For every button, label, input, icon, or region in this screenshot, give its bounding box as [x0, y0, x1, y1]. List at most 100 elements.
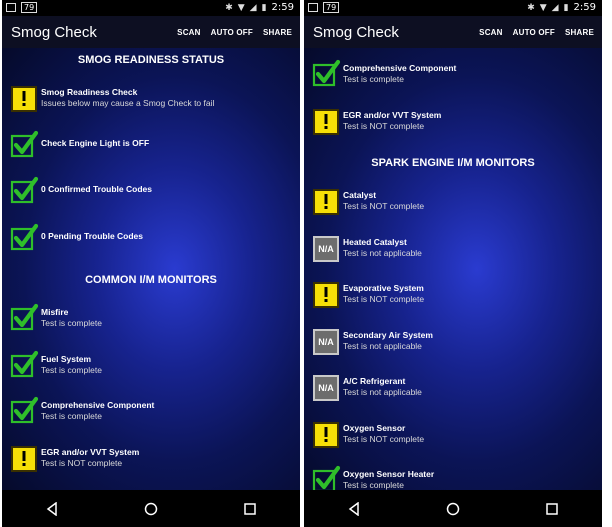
checkmark-icon [10, 350, 39, 379]
item-status: Test is not applicable [343, 340, 422, 351]
warning-icon [313, 421, 339, 448]
notification-count: 79 [21, 2, 38, 13]
checkmark-icon [312, 59, 341, 88]
item-title: Heated Catalyst [343, 236, 407, 247]
back-icon[interactable] [344, 499, 364, 519]
app-title: Smog Check [11, 23, 97, 41]
checkmark-icon [10, 130, 39, 159]
not-applicable-icon-text: N/A [318, 336, 334, 347]
image-notification-icon [308, 3, 318, 12]
not-applicable-icon-text: N/A [318, 243, 334, 254]
list-item-oxygen-sensor-heater[interactable]: Oxygen Sensor Heater Test is complete [304, 464, 602, 490]
item-title: EGR and/or VVT System [343, 109, 442, 120]
list-item-heated-catalyst[interactable]: N/A Heated Catalyst Test is not applicable [304, 232, 602, 264]
phone-screen-right: 79 ✱ ▼ ◢ ▮ 2:59 Smog Check SCAN AUTO OFF… [304, 0, 602, 527]
item-title: Fuel System [41, 353, 92, 364]
checkmark-icon [10, 223, 39, 252]
item-title: Comprehensive Component [41, 400, 155, 410]
item-title: Check Engine Light is OFF [41, 137, 150, 148]
warning-icon [11, 445, 37, 472]
app-bar: Smog Check SCAN AUTO OFF SHARE [304, 16, 602, 48]
item-status: Test is complete [41, 364, 102, 375]
item-title: A/C Refrigerant [343, 376, 406, 386]
list-item-comprehensive-component[interactable]: Comprehensive Component Test is complete [2, 395, 300, 427]
list-item-smog-readiness-check[interactable]: Smog Readiness Check Issues below may cau… [2, 82, 300, 114]
battery-icon: ▮ [563, 2, 569, 13]
back-icon[interactable] [42, 499, 62, 519]
item-status: Test is NOT complete [41, 457, 123, 468]
item-title: 0 Pending Trouble Codes [41, 230, 144, 241]
not-applicable-icon: N/A [313, 235, 339, 262]
list-item-0-pending-trouble-codes[interactable]: 0 Pending Trouble Codes [2, 222, 300, 254]
checkmark-icon [10, 176, 39, 205]
notification-count: 79 [323, 2, 340, 13]
home-icon[interactable] [443, 499, 463, 519]
item-status: Test is not applicable [343, 247, 422, 258]
status-bar: 79 ✱ ▼ ◢ ▮ 2:59 [2, 0, 300, 16]
item-title: Evaporative System [343, 283, 424, 293]
list-item-oxygen-sensor[interactable]: Oxygen Sensor Test is NOT complete [304, 418, 602, 450]
share-button[interactable]: SHARE [560, 28, 599, 37]
home-icon[interactable] [141, 499, 161, 519]
clock: 2:59 [271, 2, 294, 13]
battery-icon: ▮ [261, 2, 267, 13]
checkmark-icon [312, 465, 341, 490]
signal-icon: ◢ [551, 2, 559, 13]
item-title: Secondary Air System [343, 329, 433, 340]
bluetooth-icon: ✱ [225, 2, 233, 13]
warning-icon [313, 282, 339, 308]
list-item-egr-and-or-vvt-system[interactable]: EGR and/or VVT System Test is NOT complet… [2, 442, 300, 474]
system-nav-bar [304, 490, 602, 527]
section-heading-smog-readiness-status: SMOG READINESS STATUS [77, 54, 225, 66]
list-item-misfire[interactable]: Misfire Test is complete [2, 302, 300, 334]
list-item-catalyst[interactable]: Catalyst Test is NOT complete [304, 185, 602, 217]
auto-off-button[interactable]: AUTO OFF [206, 28, 258, 37]
signal-icon: ◢ [249, 2, 257, 13]
scan-button[interactable]: SCAN [172, 28, 205, 37]
item-status: Test is complete [41, 411, 102, 421]
section-heading-common-i-m-monitors: COMMON I/M MONITORS [85, 274, 217, 286]
list-item-a-c-refrigerant[interactable]: N/A A/C Refrigerant Test is not applicable [304, 371, 602, 403]
item-title: EGR and/or VVT System [41, 446, 140, 457]
item-title: Oxygen Sensor Heater [343, 469, 435, 479]
clock: 2:59 [573, 2, 596, 13]
checkmark-icon [10, 303, 39, 332]
item-status: Test is NOT complete [343, 433, 425, 444]
app-title: Smog Check [313, 23, 399, 41]
not-applicable-icon: N/A [313, 375, 339, 401]
status-bar: 79 ✱ ▼ ◢ ▮ 2:59 [304, 0, 602, 16]
warning-icon [11, 86, 37, 112]
item-status: Test is not applicable [343, 387, 422, 397]
item-title: Smog Readiness Check [41, 87, 138, 97]
share-button[interactable]: SHARE [258, 28, 297, 37]
scan-button[interactable]: SCAN [474, 28, 507, 37]
recents-icon[interactable] [240, 499, 260, 519]
item-status: Test is NOT complete [343, 120, 425, 131]
item-status: Test is complete [343, 480, 404, 490]
list-item-egr-and-or-vvt-system[interactable]: EGR and/or VVT System Test is NOT complet… [304, 105, 602, 137]
item-status: Test is complete [343, 74, 404, 84]
item-title: Oxygen Sensor [343, 422, 406, 433]
list-item-comprehensive-component[interactable]: Comprehensive Component Test is complete [304, 58, 602, 90]
wifi-icon: ▼ [237, 2, 245, 13]
list-item-check-engine-light-is-off[interactable]: Check Engine Light is OFF [2, 129, 300, 161]
recents-icon[interactable] [542, 499, 562, 519]
list-item-0-confirmed-trouble-codes[interactable]: 0 Confirmed Trouble Codes [2, 175, 300, 207]
bluetooth-icon: ✱ [527, 2, 535, 13]
warning-icon [313, 189, 339, 215]
app-bar: Smog Check SCAN AUTO OFF SHARE [2, 16, 300, 48]
list-item-secondary-air-system[interactable]: N/A Secondary Air System Test is not appli… [304, 325, 602, 357]
monitor-list-right[interactable]: Comprehensive Component Test is complete E… [304, 48, 602, 490]
auto-off-button[interactable]: AUTO OFF [508, 28, 560, 37]
item-title: 0 Confirmed Trouble Codes [41, 184, 152, 194]
monitor-list-left[interactable]: SMOG READINESS STATUS Smog Readiness Chec… [2, 48, 300, 490]
item-title: Comprehensive Component [343, 63, 457, 73]
list-item-evaporative-system[interactable]: Evaporative System Test is NOT complete [304, 278, 602, 310]
warning-icon [313, 108, 339, 135]
system-nav-bar [2, 490, 300, 527]
item-title: Catalyst [343, 190, 377, 200]
wifi-icon: ▼ [539, 2, 547, 13]
item-status: Test is NOT complete [343, 201, 425, 211]
item-status: Test is NOT complete [343, 294, 425, 304]
list-item-fuel-system[interactable]: Fuel System Test is complete [2, 349, 300, 381]
